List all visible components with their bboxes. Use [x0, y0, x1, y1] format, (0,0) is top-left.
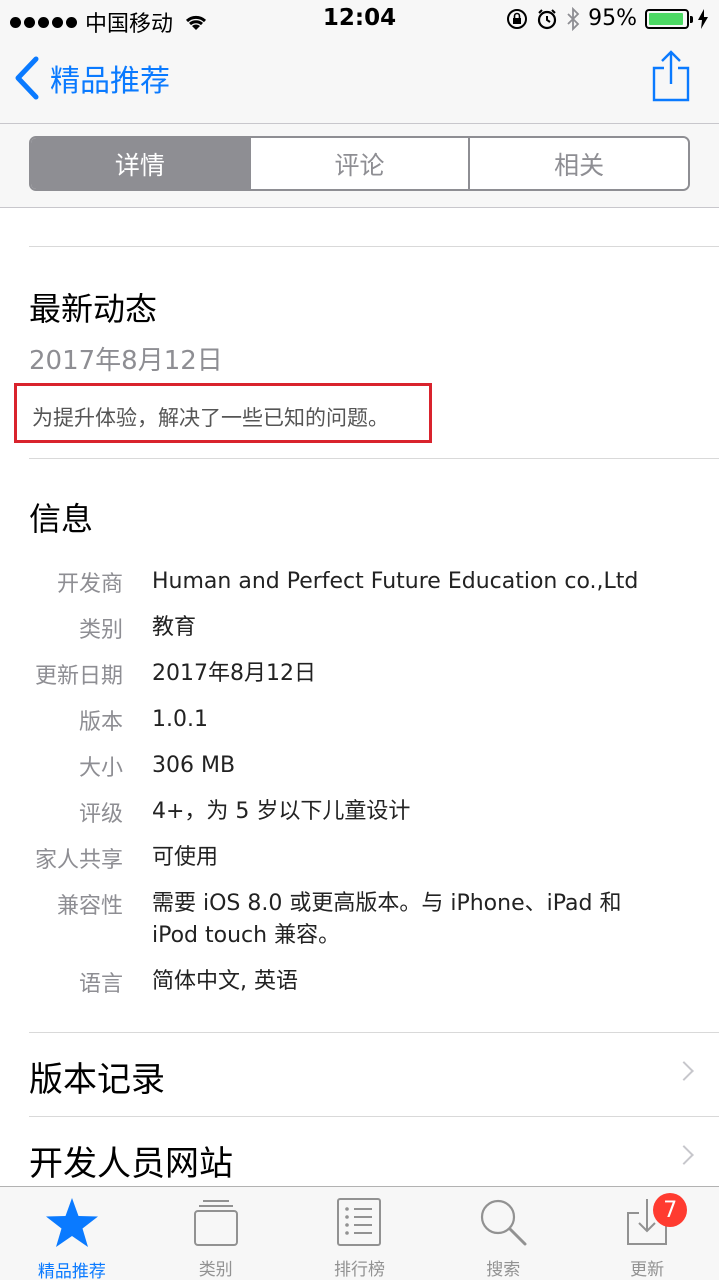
- tab-search[interactable]: 搜索: [431, 1187, 575, 1280]
- divider: [29, 246, 719, 247]
- info-value: 可使用: [152, 845, 219, 870]
- info-label: 大小: [78, 756, 123, 781]
- tab-bar: 精品推荐 类别 排行榜 搜索 7 更新: [0, 1186, 719, 1280]
- developer-website-link[interactable]: 开发人员网站: [0, 1116, 719, 1186]
- segment-bar: 详情 评论 相关: [0, 124, 719, 208]
- details-content[interactable]: 最新动态 2017年8月12日 为提升体验，解决了一些已知的问题。 信息 开发商…: [0, 208, 719, 1186]
- tab-label: 更新: [630, 1260, 665, 1280]
- charging-bolt-icon: [698, 8, 708, 29]
- version-history-link[interactable]: 版本记录: [0, 1032, 719, 1116]
- info-label: 开发商: [56, 572, 123, 597]
- info-value: 教育: [152, 615, 197, 640]
- share-button[interactable]: [651, 50, 691, 106]
- tab-ranking[interactable]: 排行榜: [288, 1187, 432, 1280]
- whats-new-title: 最新动态: [29, 290, 158, 328]
- tab-updates[interactable]: 7 更新: [575, 1187, 719, 1280]
- info-value: Human and Perfect Future Education co.,L…: [152, 569, 639, 594]
- tab-label: 搜索: [486, 1260, 521, 1280]
- tab-categories[interactable]: 类别: [144, 1187, 288, 1280]
- tab-label: 精品推荐: [37, 1262, 106, 1280]
- segment-details[interactable]: 详情: [31, 138, 251, 189]
- whats-new-note-highlight: 为提升体验，解决了一些已知的问题。: [14, 383, 432, 443]
- alarm-icon: [537, 8, 557, 29]
- back-button[interactable]: 精品推荐: [14, 56, 170, 100]
- chevron-left-icon: [15, 56, 39, 100]
- battery-icon: [645, 8, 693, 29]
- chevron-right-icon: [674, 1061, 694, 1081]
- whats-new-note: 为提升体验，解决了一些已知的问题。: [32, 406, 389, 430]
- share-icon: [652, 50, 690, 102]
- tab-label: 类别: [198, 1260, 233, 1280]
- info-label: 类别: [78, 618, 123, 643]
- segment-related[interactable]: 相关: [470, 138, 688, 189]
- status-right: 95%: [506, 6, 709, 31]
- back-button-label: 精品推荐: [50, 64, 170, 99]
- chevron-right-icon: [674, 1145, 694, 1165]
- tab-label: 排行榜: [333, 1260, 385, 1280]
- info-value: 2017年8月12日: [152, 661, 316, 686]
- battery-percent: 95%: [588, 6, 637, 31]
- info-value: 需要 iOS 8.0 或更高版本。与 iPhone、iPad 和 iPod to…: [152, 891, 622, 948]
- tab-featured[interactable]: 精品推荐: [0, 1187, 144, 1280]
- segmented-control: 详情 评论 相关: [29, 136, 690, 191]
- info-label: 兼容性: [56, 894, 123, 919]
- info-label: 家人共享: [34, 848, 123, 873]
- ranking-list-icon: [331, 1197, 387, 1247]
- search-icon: [475, 1197, 531, 1247]
- categories-icon: [188, 1197, 244, 1247]
- bluetooth-icon: [567, 6, 580, 31]
- info-title: 信息: [29, 500, 94, 538]
- info-value: 306 MB: [152, 753, 236, 778]
- info-value: 4+，为 5 岁以下儿童设计: [152, 799, 411, 824]
- segment-reviews[interactable]: 评论: [250, 138, 471, 189]
- info-value: 1.0.1: [152, 707, 208, 732]
- info-value: 简体中文, 英语: [152, 969, 298, 994]
- info-label: 更新日期: [34, 664, 123, 689]
- star-icon: [44, 1197, 100, 1249]
- whats-new-date: 2017年8月12日: [29, 346, 223, 376]
- updates-badge: 7: [653, 1193, 688, 1227]
- status-bar: 中国移动 12:04 95%: [0, 0, 719, 40]
- version-history-label: 版本记录: [29, 1060, 165, 1100]
- info-label: 评级: [78, 802, 123, 827]
- developer-website-label: 开发人员网站: [29, 1144, 233, 1184]
- orientation-lock-icon: [507, 8, 528, 29]
- info-label: 语言: [78, 972, 123, 997]
- navigation-bar: 精品推荐: [0, 40, 719, 124]
- info-label: 版本: [78, 710, 123, 735]
- battery-fill: [649, 12, 684, 25]
- divider: [29, 458, 719, 459]
